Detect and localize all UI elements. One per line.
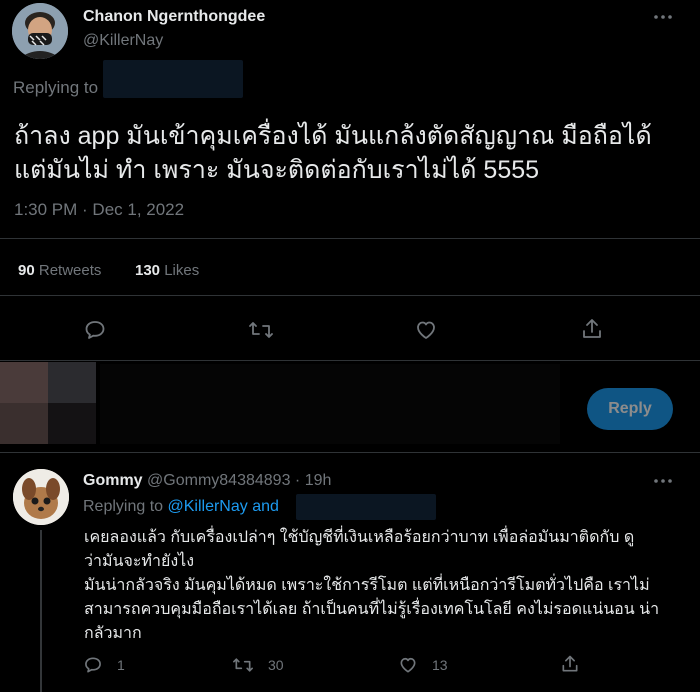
reply-like-action[interactable]: 13 (398, 654, 448, 676)
replying-to-label: Replying to (13, 78, 99, 97)
reply-replies-count: 1 (117, 657, 125, 673)
reply-icon (83, 655, 103, 675)
reply-text-line: เคยลองแล้ว กับเครื่องเปล่าๆ ใช้บัญชีที่เ… (84, 529, 635, 546)
likes-label: Likes (164, 262, 200, 279)
reply-button[interactable]: Reply (587, 388, 673, 430)
more-icon[interactable] (652, 10, 674, 24)
divider (0, 295, 700, 296)
divider (0, 452, 700, 453)
share-icon[interactable] (560, 653, 580, 675)
divider (0, 238, 700, 239)
retweets-label: Retweets (38, 262, 102, 279)
author-handle[interactable]: @KillerNay (83, 32, 163, 50)
reply-author-name[interactable]: Gommy (83, 472, 143, 489)
heart-icon (398, 655, 418, 675)
reply-author-avatar[interactable] (13, 469, 69, 525)
redacted-mention (103, 60, 243, 98)
author-avatar[interactable] (12, 3, 68, 59)
likes-stat[interactable]: 130 Likes (135, 262, 199, 279)
reply-retweet-action[interactable]: 30 (232, 654, 284, 676)
divider (0, 360, 700, 361)
reply-replying-to: Replying to @KillerNay and (83, 498, 279, 516)
reply-text-line: ว่ามันจะทำยังไง (84, 553, 194, 570)
composer-avatar (0, 362, 96, 444)
author-name[interactable]: Chanon Ngernthongdee (83, 8, 265, 26)
retweet-icon (232, 655, 254, 675)
reply-time[interactable]: · 19h (295, 472, 331, 489)
retweet-icon[interactable] (248, 318, 274, 342)
reply-header: Gommy @Gommy84384893 · 19h (83, 472, 331, 490)
share-icon[interactable] (580, 316, 604, 342)
likes-count: 130 (135, 262, 161, 279)
tweet-timestamp[interactable]: 1:30 PM · Dec 1, 2022 (14, 200, 184, 220)
heart-icon[interactable] (414, 318, 438, 342)
replying-to-label: Replying to (83, 498, 164, 515)
retweets-stat[interactable]: 90 Retweets (18, 262, 101, 279)
thread-line (40, 530, 42, 692)
more-icon[interactable] (652, 474, 674, 488)
reply-icon[interactable] (83, 318, 107, 342)
reply-likes-count: 13 (432, 657, 448, 673)
reply-reply-action[interactable]: 1 (83, 654, 125, 676)
reply-text-line: สามารถควบคุมมือถือเราได้เลย ถ้าเป็นคนที่… (84, 601, 660, 618)
tweet-text-line-2: แต่มันไม่ ทำ เพราะ มันจะติดต่อกับเราไม่ไ… (14, 156, 540, 184)
reply-text: เคยลองแล้ว กับเครื่องเปล่าๆ ใช้บัญชีที่เ… (84, 526, 684, 646)
reply-author-handle[interactable]: @Gommy84384893 (147, 472, 290, 489)
reply-retweets-count: 30 (268, 657, 284, 673)
retweets-count: 90 (18, 262, 35, 279)
redacted-mention (296, 494, 436, 520)
reply-text-line: มันน่ากลัวจริง มันคุมได้หมด เพราะใช้การร… (84, 577, 650, 594)
composer-input-area[interactable] (100, 364, 560, 444)
replying-to-mention[interactable]: @KillerNay and (168, 498, 279, 515)
reply-text-line: กลัวมาก (84, 625, 142, 642)
